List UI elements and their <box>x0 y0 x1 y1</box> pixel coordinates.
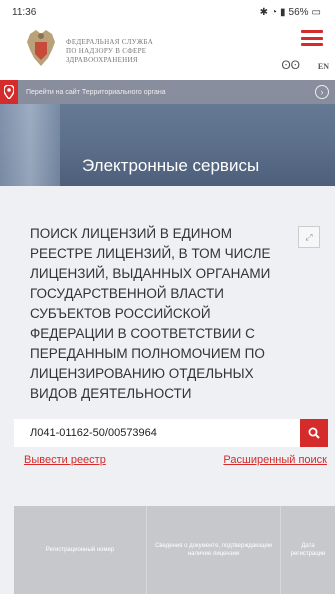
status-icons: ✱ ◔ ▮ 56% ▭ <box>260 7 321 18</box>
chevron-right-icon[interactable]: › <box>315 85 329 99</box>
org-line: ФЕДЕРАЛЬНАЯ СЛУЖБА <box>66 38 154 46</box>
org-line: ЗДРАВООХРАНЕНИЯ <box>66 56 138 64</box>
hero-banner: Перейти на сайт Территориального органа … <box>0 80 335 186</box>
status-bar: 11:36 ✱ ◔ ▮ 56% ▭ <box>0 0 335 24</box>
wifi-icon: ◔ <box>270 6 278 18</box>
territory-bar[interactable]: Перейти на сайт Территориального органа … <box>0 80 335 104</box>
search-bar <box>14 419 328 447</box>
column-header[interactable]: Регистрационный номер <box>14 506 147 594</box>
bluetooth-icon: ✱ <box>259 6 268 18</box>
search-icon[interactable] <box>300 419 328 447</box>
license-search-input[interactable] <box>14 419 300 447</box>
card-title: ПОИСК ЛИЦЕНЗИЙ В ЕДИНОМ РЕЕСТРЕ ЛИЦЕНЗИЙ… <box>30 226 271 401</box>
results-table-header: Регистрационный номер Сведения о докумен… <box>14 506 335 594</box>
signal-icon: ▮ <box>280 6 286 18</box>
site-header: ФЕДЕРАЛЬНАЯ СЛУЖБА ПО НАДЗОРУ В СФЕРЕ ЗД… <box>0 24 335 72</box>
battery-level: 56% <box>288 6 309 18</box>
org-line: ПО НАДЗОРУ В СФЕРЕ <box>66 47 147 55</box>
column-header[interactable]: Сведения о документе, подтверждающем нал… <box>147 506 281 594</box>
expand-icon[interactable]: ⤢ <box>298 226 320 248</box>
accessibility-glasses-icon[interactable]: ʘʘ <box>281 58 300 72</box>
status-time: 11:36 <box>12 6 37 18</box>
territory-link[interactable]: Перейти на сайт Территориального органа <box>26 89 166 96</box>
location-pin-icon <box>0 80 18 104</box>
coat-of-arms-logo[interactable] <box>22 28 60 68</box>
license-search-card: ПОИСК ЛИЦЕНЗИЙ В ЕДИНОМ РЕЕСТРЕ ЛИЦЕНЗИЙ… <box>14 214 328 514</box>
export-registry-link[interactable]: Вывести реестр <box>24 454 106 466</box>
org-name: ФЕДЕРАЛЬНАЯ СЛУЖБА ПО НАДЗОРУ В СФЕРЕ ЗД… <box>66 38 153 65</box>
battery-icon: ▭ <box>311 6 321 18</box>
menu-icon[interactable] <box>301 30 323 46</box>
building-column-image <box>0 104 60 186</box>
main-content: ПОИСК ЛИЦЕНЗИЙ В ЕДИНОМ РЕЕСТРЕ ЛИЦЕНЗИЙ… <box>0 186 335 594</box>
language-switch[interactable]: EN <box>318 62 329 71</box>
page-title: Электронные сервисы <box>82 156 260 175</box>
column-header[interactable]: Дата регистрации <box>281 506 335 594</box>
advanced-search-link[interactable]: Расширенный поиск <box>223 454 327 466</box>
